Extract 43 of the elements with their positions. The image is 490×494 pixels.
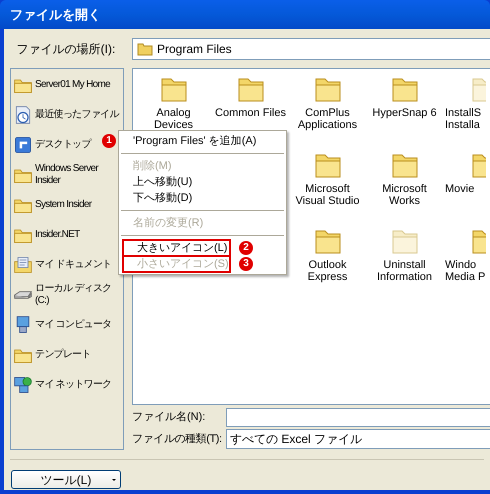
folder-label[interactable]: HyperSnap 6 xyxy=(372,107,437,119)
places-label: Server01 My Home xyxy=(35,79,110,91)
network-computer-icon xyxy=(13,375,33,395)
window-title: ファイルを開く xyxy=(10,6,101,24)
filetype-dropdown[interactable]: すべての Excel ファイル xyxy=(226,429,490,450)
folder-label[interactable]: InstallS Installa xyxy=(443,107,482,131)
dropdown-arrow-icon xyxy=(112,479,116,481)
tools-button[interactable]: ツール(L) xyxy=(11,470,121,489)
places-label: 最近使ったファイル xyxy=(35,109,119,121)
folder-label[interactable]: Common Files xyxy=(215,107,286,119)
places-label: マイ ドキュメント xyxy=(35,259,112,271)
folder-label[interactable]: Windo Media P xyxy=(443,259,486,283)
menu-item: 削除(M) xyxy=(132,158,172,174)
callout-number: 3 xyxy=(239,257,253,271)
places-label: System Insider xyxy=(35,199,92,211)
folder-label[interactable]: Microsoft Works xyxy=(382,183,427,207)
menu-item[interactable]: 下へ移動(D) xyxy=(119,190,286,206)
places-label: マイ コンピュータ xyxy=(35,319,112,331)
places-label: マイ ネットワーク xyxy=(35,379,112,391)
location-dropdown[interactable]: Program Files xyxy=(132,38,490,60)
location-label: ファイルの場所(I): xyxy=(16,40,116,58)
document-clock-icon xyxy=(13,105,33,125)
folder-label[interactable]: Microsoft Visual Studio xyxy=(295,183,360,207)
filetype-label: ファイルの種類(T): xyxy=(132,432,223,447)
desktop-icon xyxy=(13,135,33,155)
folder-label[interactable]: Analog Devices xyxy=(154,107,194,131)
folder-label[interactable]: Uninstall Information xyxy=(376,259,432,283)
callout-number: 1 xyxy=(102,134,116,148)
places-label: Windows Server Insider xyxy=(35,163,100,187)
filename-field[interactable] xyxy=(226,408,490,427)
places-label: デスクトップ xyxy=(35,139,91,151)
folder-label[interactable]: Movie xyxy=(443,183,474,195)
folder-icon xyxy=(137,42,153,56)
document-folder-icon xyxy=(13,255,33,275)
filename-label: ファイル名(N): xyxy=(132,410,206,425)
places-label: テンプレート xyxy=(35,349,91,361)
menu-item: 名前の変更(R) xyxy=(132,216,204,231)
callout-number: 2 xyxy=(239,241,253,255)
places-label: ローカル ディスク (C:) xyxy=(35,283,112,307)
folder-label[interactable]: ComPlus Applications xyxy=(298,107,358,131)
folder-label[interactable]: Outlook Express xyxy=(308,259,348,283)
menu-item[interactable]: 上へ移動(U) xyxy=(119,174,286,190)
places-label: Insider.NET xyxy=(35,229,80,241)
